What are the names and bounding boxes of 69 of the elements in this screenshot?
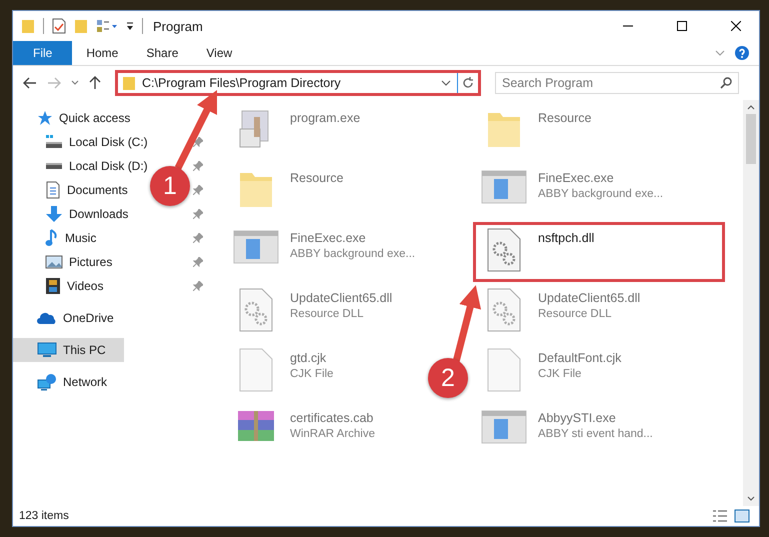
- item-count: 123 items: [19, 510, 70, 522]
- navigation-item[interactable]: This PC: [13, 338, 124, 362]
- file-type: ABBY background exe...: [538, 188, 664, 200]
- file-name[interactable]: UpdateClient65.dll: [538, 291, 640, 305]
- file-type: CJK File: [538, 368, 582, 380]
- file-name[interactable]: nsftpch.dll: [538, 231, 594, 245]
- search-icon[interactable]: [720, 77, 732, 89]
- chevron-up-icon[interactable]: [747, 104, 755, 110]
- download-arrow-icon: [45, 205, 63, 223]
- refresh-icon[interactable]: [462, 77, 474, 89]
- ribbon-tab[interactable]: View: [192, 41, 246, 65]
- file-name[interactable]: DefaultFont.cjk: [538, 351, 622, 365]
- drive-icon: [45, 162, 63, 170]
- ribbon-tab[interactable]: Home: [72, 41, 132, 65]
- music-note-icon: [45, 229, 59, 247]
- file-type: Resource DLL: [290, 308, 365, 320]
- checklist-icon[interactable]: [52, 18, 66, 34]
- help-icon[interactable]: [735, 46, 749, 60]
- file-name[interactable]: certificates.cab: [290, 411, 375, 425]
- chevron-down-icon[interactable]: [747, 496, 755, 502]
- search-field[interactable]: Search Program: [495, 72, 739, 94]
- navigation-item[interactable]: Local Disk (D:): [13, 154, 152, 178]
- picture-icon: [45, 254, 63, 270]
- ribbon-tab[interactable]: File: [13, 41, 72, 65]
- file-name[interactable]: UpdateClient65.dll: [290, 291, 392, 305]
- file-name[interactable]: FineExec.exe: [538, 171, 664, 185]
- file-name[interactable]: AbbyySTI.exe: [538, 411, 653, 425]
- network-icon: [37, 373, 57, 391]
- scrollbar[interactable]: [743, 100, 759, 506]
- scrollbar-thumb[interactable]: [746, 114, 756, 164]
- file-type: ABBY sti event hand...: [538, 428, 653, 440]
- properties-icon[interactable]: [96, 19, 118, 33]
- star-icon: [37, 110, 53, 126]
- recent-locations-button[interactable]: [69, 80, 81, 86]
- dropdown-arrow-icon[interactable]: [126, 21, 134, 31]
- file-name[interactable]: Resource: [538, 111, 592, 125]
- file-name[interactable]: FineExec.exe: [290, 231, 416, 245]
- navigation-item[interactable]: Local Disk (C:): [13, 130, 152, 154]
- file-type: WinRAR Archive: [290, 428, 375, 440]
- monitor-icon: [37, 342, 57, 358]
- navigation-item[interactable]: Music: [13, 226, 100, 250]
- file-name[interactable]: gtd.cjk: [290, 351, 334, 365]
- window-title: Program: [153, 18, 204, 34]
- navigation-item[interactable]: Pictures: [13, 250, 116, 274]
- navigation-item[interactable]: Quick access: [13, 106, 134, 130]
- file-type: CJK File: [290, 368, 334, 380]
- file-name[interactable]: Resource: [290, 171, 344, 185]
- navigation-item[interactable]: Documents: [13, 178, 132, 202]
- address-field[interactable]: C:\Program Files\Program Directory: [115, 70, 481, 96]
- close-icon: [731, 21, 741, 31]
- back-button[interactable]: [21, 77, 39, 89]
- drive-icon: [45, 134, 63, 150]
- cloud-icon: [37, 311, 57, 325]
- up-button[interactable]: [87, 76, 103, 90]
- document-icon: [45, 181, 61, 199]
- navigation-item[interactable]: OneDrive: [13, 306, 118, 330]
- folder-icon: [21, 18, 35, 34]
- navigation-item[interactable]: Videos: [13, 274, 108, 298]
- file-type: ABBY background exe...: [290, 248, 416, 260]
- highlighted-file-tile[interactable]: nsftpch.dll: [473, 222, 725, 282]
- maximize-icon: [677, 21, 687, 31]
- chevron-down-icon[interactable]: [441, 80, 451, 86]
- folder-icon: [122, 76, 136, 90]
- navigation-item[interactable]: Downloads: [13, 202, 132, 226]
- file-type: Resource DLL: [538, 308, 613, 320]
- film-strip-icon: [45, 277, 61, 295]
- file-name[interactable]: program.exe: [290, 111, 360, 125]
- ribbon-tab[interactable]: Share: [132, 41, 192, 65]
- navigation-item[interactable]: Network: [13, 370, 112, 394]
